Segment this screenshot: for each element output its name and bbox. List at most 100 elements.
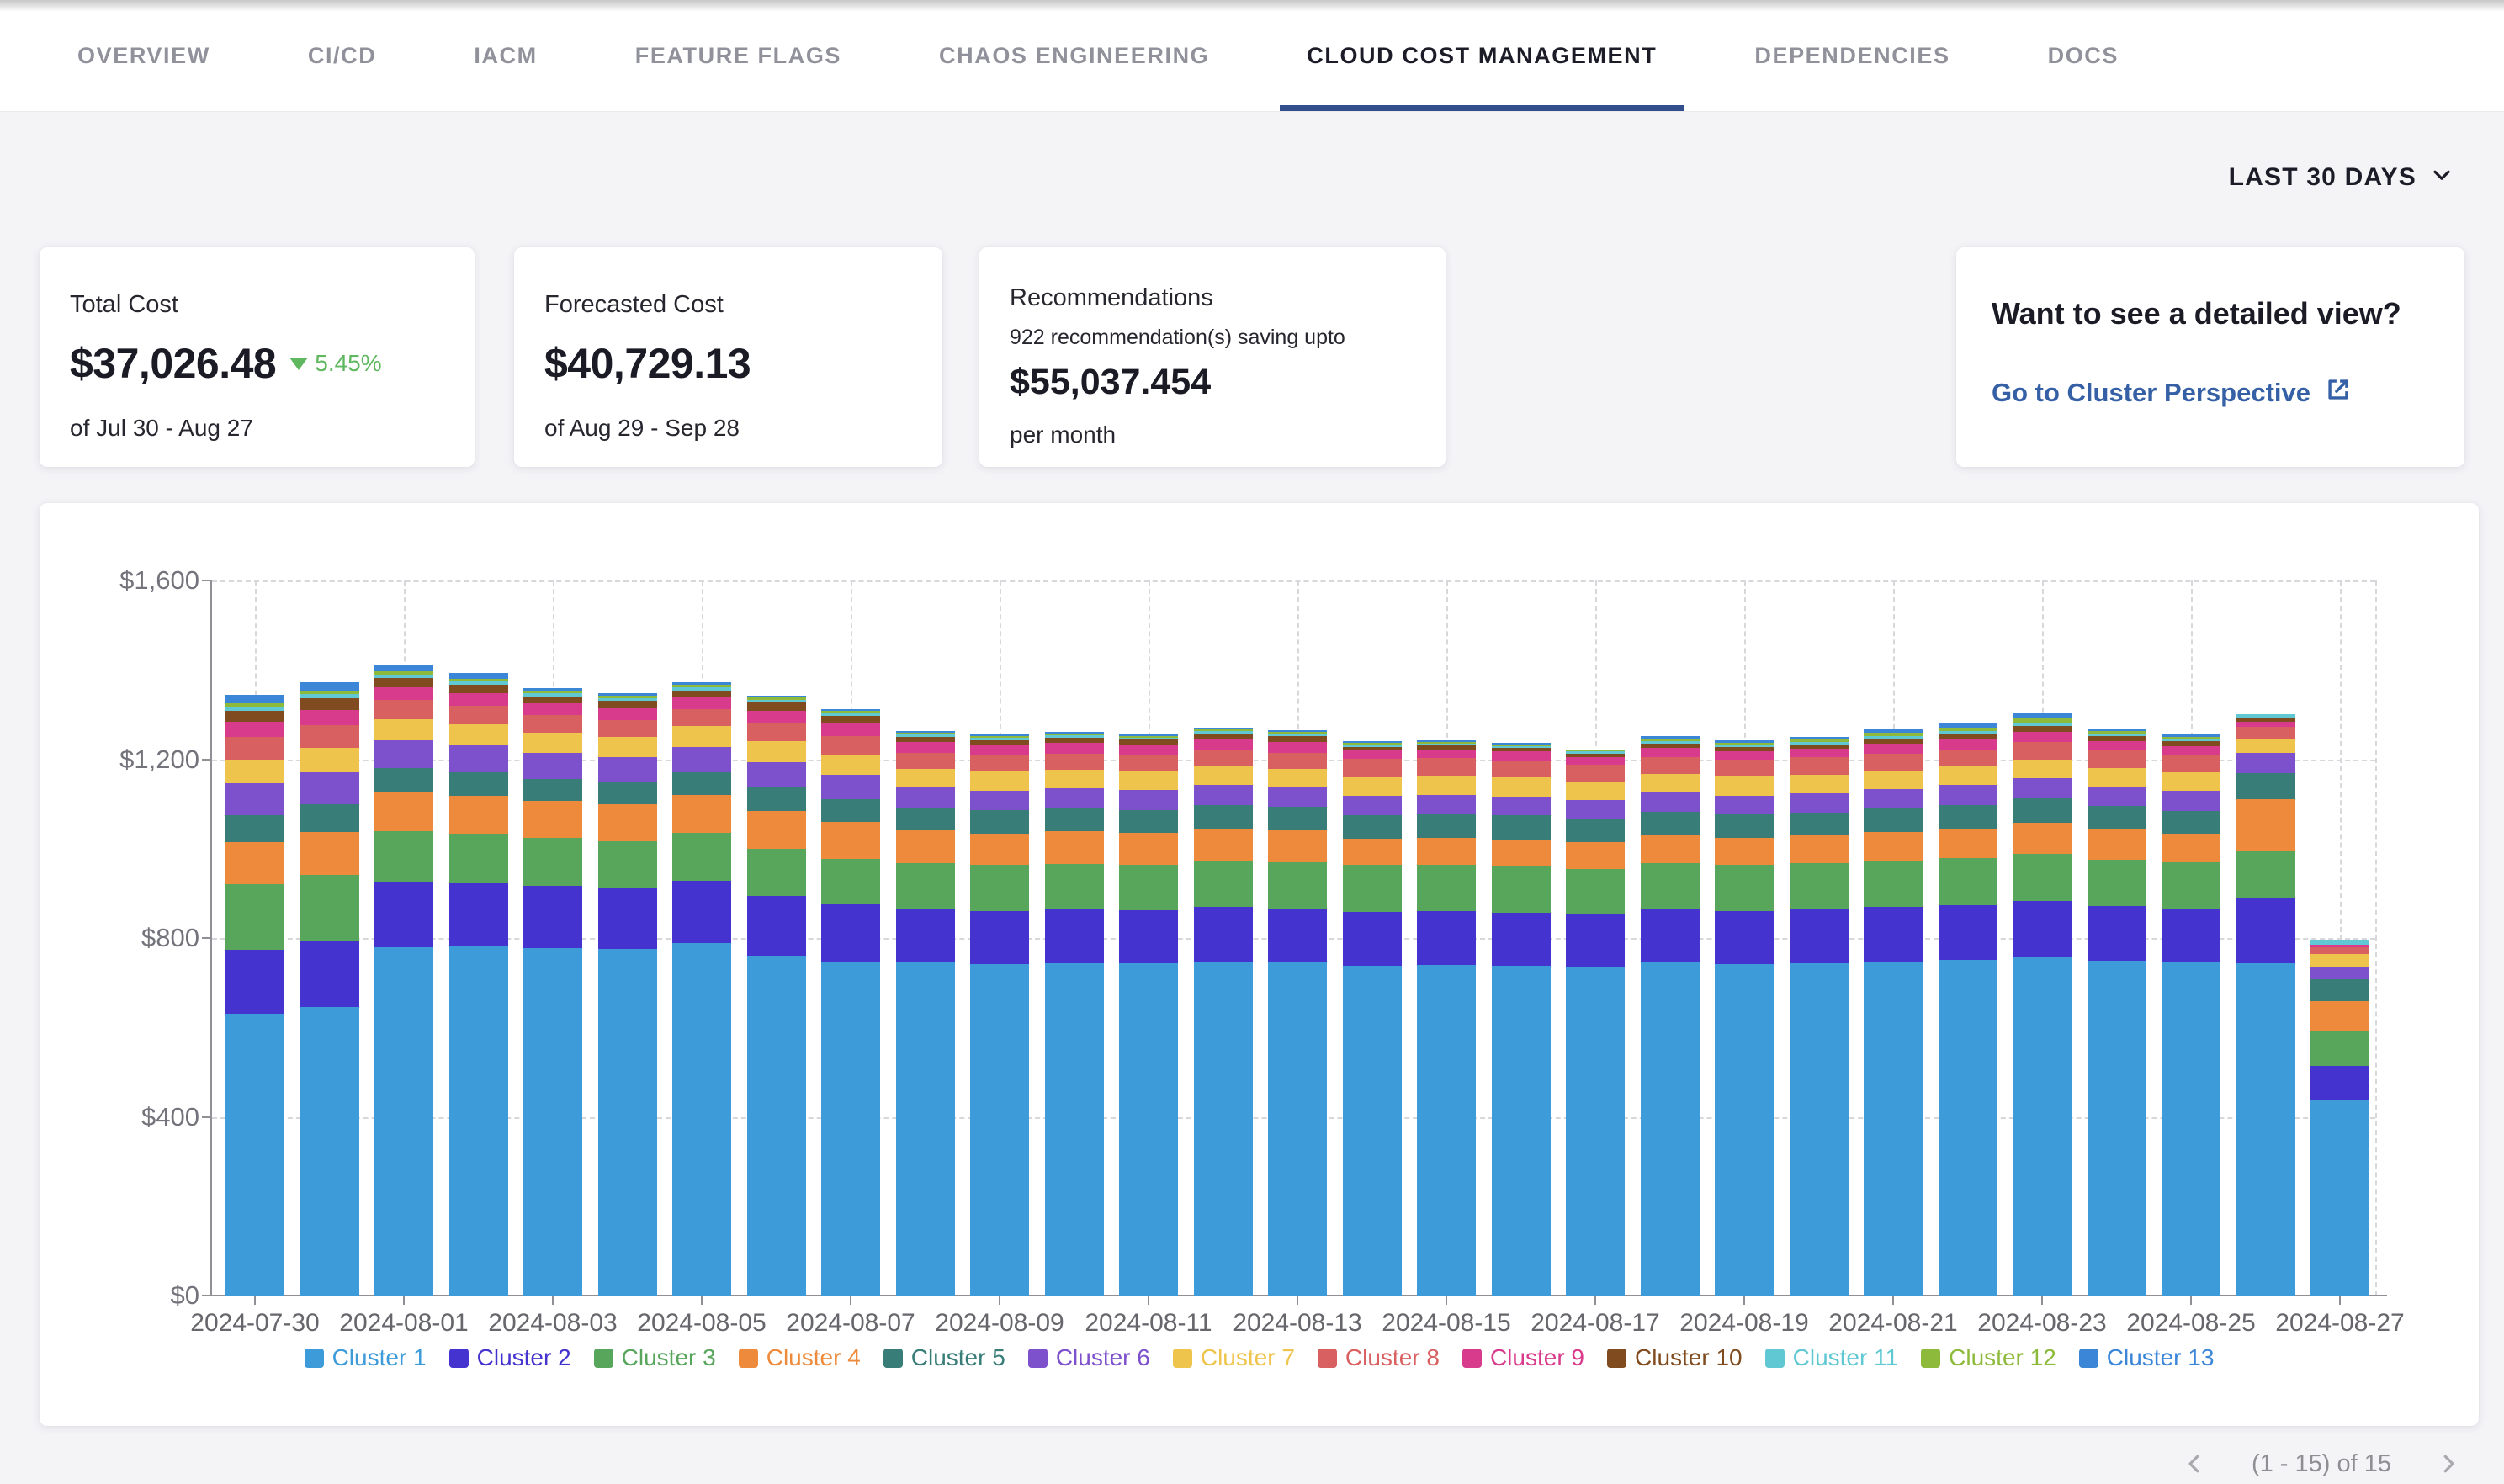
bar-segment-cluster-4[interactable] <box>2236 799 2295 851</box>
bar-segment-cluster-8[interactable] <box>1939 750 1997 766</box>
bar-segment-cluster-8[interactable] <box>225 737 284 760</box>
bar-segment-cluster-3[interactable] <box>225 884 284 950</box>
bar-segment-cluster-3[interactable] <box>970 865 1029 910</box>
bar-segment-cluster-2[interactable] <box>1790 909 1849 963</box>
cluster-perspective-link[interactable]: Go to Cluster Perspective <box>1992 375 2429 411</box>
bar-segment-cluster-5[interactable] <box>2310 979 2369 1002</box>
bar-segment-cluster-7[interactable] <box>896 769 955 787</box>
bar-segment-cluster-1[interactable] <box>672 943 731 1296</box>
bar-segment-cluster-1[interactable] <box>1268 962 1327 1296</box>
bar-segment-cluster-9[interactable] <box>374 687 433 701</box>
bar-segment-cluster-8[interactable] <box>2088 750 2146 767</box>
bar-segment-cluster-3[interactable] <box>1715 865 1774 910</box>
bar-segment-cluster-1[interactable] <box>821 962 880 1296</box>
bar-segment-cluster-4[interactable] <box>449 796 508 834</box>
bar-segment-cluster-2[interactable] <box>300 941 359 1008</box>
bar-segment-cluster-5[interactable] <box>2162 811 2220 835</box>
bar-segment-cluster-5[interactable] <box>747 787 806 811</box>
bar-segment-cluster-4[interactable] <box>1864 832 1923 861</box>
bar-segment-cluster-3[interactable] <box>374 831 433 882</box>
bar-segment-cluster-7[interactable] <box>672 726 731 746</box>
bar-segment-cluster-4[interactable] <box>1790 835 1849 863</box>
bar-segment-cluster-2[interactable] <box>2088 906 2146 961</box>
bar-segment-cluster-2[interactable] <box>1343 912 1402 966</box>
bar-segment-cluster-6[interactable] <box>225 783 284 815</box>
bar-segment-cluster-5[interactable] <box>1790 813 1849 836</box>
bar-segment-cluster-2[interactable] <box>225 950 284 1014</box>
bar-segment-cluster-7[interactable] <box>1343 777 1402 796</box>
bar-segment-cluster-9[interactable] <box>2162 746 2220 755</box>
bar-segment-cluster-7[interactable] <box>374 719 433 741</box>
bar-segment-cluster-6[interactable] <box>2162 791 2220 810</box>
bar-segment-cluster-3[interactable] <box>1194 861 1253 908</box>
bar-segment-cluster-1[interactable] <box>1864 962 1923 1296</box>
bar-segment-cluster-9[interactable] <box>1566 757 1625 766</box>
bar-segment-cluster-3[interactable] <box>2162 862 2220 909</box>
bar-segment-cluster-6[interactable] <box>2236 753 2295 773</box>
bar-segment-cluster-9[interactable] <box>747 711 806 723</box>
bar-segment-cluster-5[interactable] <box>1864 808 1923 832</box>
bar-segment-cluster-2[interactable] <box>1864 907 1923 961</box>
bar-segment-cluster-3[interactable] <box>1343 865 1402 912</box>
bar-segment-cluster-1[interactable] <box>1566 967 1625 1296</box>
legend-item-cluster-5[interactable]: Cluster 5 <box>883 1344 1005 1371</box>
bar-segment-cluster-8[interactable] <box>523 715 582 733</box>
bar-segment-cluster-3[interactable] <box>672 833 731 881</box>
bar-segment-cluster-6[interactable] <box>523 753 582 779</box>
bar-segment-cluster-8[interactable] <box>1566 765 1625 782</box>
bar-segment-cluster-3[interactable] <box>2088 860 2146 906</box>
bar-segment-cluster-9[interactable] <box>1417 750 1476 759</box>
bar-segment-cluster-5[interactable] <box>1641 812 1700 835</box>
bar-segment-cluster-2[interactable] <box>1492 913 1551 966</box>
bar-segment-cluster-9[interactable] <box>1343 750 1402 759</box>
bar-segment-cluster-4[interactable] <box>374 792 433 831</box>
bar-segment-cluster-9[interactable] <box>449 693 508 706</box>
bar-segment-cluster-3[interactable] <box>523 838 582 886</box>
bar-segment-cluster-7[interactable] <box>2236 739 2295 753</box>
bar-segment-cluster-1[interactable] <box>970 964 1029 1296</box>
bar-segment-cluster-2[interactable] <box>1268 909 1327 962</box>
bar-segment-cluster-10[interactable] <box>598 701 657 708</box>
bar-segment-cluster-1[interactable] <box>523 948 582 1296</box>
bar-segment-cluster-5[interactable] <box>896 808 955 831</box>
bar-segment-cluster-7[interactable] <box>1715 776 1774 795</box>
bar-segment-cluster-13[interactable] <box>225 695 284 703</box>
bar-segment-cluster-9[interactable] <box>1864 744 1923 754</box>
bar-segment-cluster-6[interactable] <box>1715 796 1774 815</box>
bar-segment-cluster-5[interactable] <box>2236 773 2295 799</box>
bar-segment-cluster-2[interactable] <box>2162 909 2220 962</box>
bar-segment-cluster-5[interactable] <box>598 782 657 805</box>
bar-segment-cluster-6[interactable] <box>598 757 657 782</box>
bar-segment-cluster-2[interactable] <box>374 882 433 947</box>
bar-segment-cluster-7[interactable] <box>1939 766 1997 785</box>
bar-segment-cluster-13[interactable] <box>300 682 359 691</box>
bar-segment-cluster-6[interactable] <box>374 740 433 768</box>
tab-docs[interactable]: DOCS <box>2021 0 2146 111</box>
bar-segment-cluster-4[interactable] <box>1566 842 1625 868</box>
bar-segment-cluster-7[interactable] <box>747 741 806 761</box>
bar-segment-cluster-3[interactable] <box>2013 854 2072 901</box>
bar-segment-cluster-8[interactable] <box>2013 742 2072 759</box>
bar-segment-cluster-8[interactable] <box>1119 755 1178 771</box>
bar-segment-cluster-7[interactable] <box>1268 769 1327 787</box>
bar-segment-cluster-2[interactable] <box>1417 911 1476 965</box>
bar-segment-cluster-3[interactable] <box>747 849 806 896</box>
bar-segment-cluster-2[interactable] <box>1119 910 1178 963</box>
legend-item-cluster-7[interactable]: Cluster 7 <box>1173 1344 1295 1371</box>
bar-segment-cluster-6[interactable] <box>1939 785 1997 804</box>
bar-segment-cluster-10[interactable] <box>672 691 731 697</box>
bar-segment-cluster-2[interactable] <box>2236 898 2295 964</box>
bar-segment-cluster-5[interactable] <box>225 815 284 842</box>
bar-segment-cluster-5[interactable] <box>1268 807 1327 830</box>
bar-segment-cluster-3[interactable] <box>2310 1031 2369 1066</box>
bar-segment-cluster-2[interactable] <box>1194 907 1253 961</box>
bar-segment-cluster-9[interactable] <box>523 703 582 715</box>
bar-segment-cluster-9[interactable] <box>598 708 657 720</box>
bar-segment-cluster-10[interactable] <box>225 711 284 722</box>
bar-segment-cluster-8[interactable] <box>821 736 880 754</box>
bar-segment-cluster-5[interactable] <box>2013 798 2072 823</box>
bar-segment-cluster-4[interactable] <box>2162 834 2220 862</box>
tab-cloud-cost-management[interactable]: CLOUD COST MANAGEMENT <box>1280 0 1684 111</box>
bar-segment-cluster-8[interactable] <box>970 755 1029 771</box>
bar-segment-cluster-9[interactable] <box>1119 745 1178 755</box>
